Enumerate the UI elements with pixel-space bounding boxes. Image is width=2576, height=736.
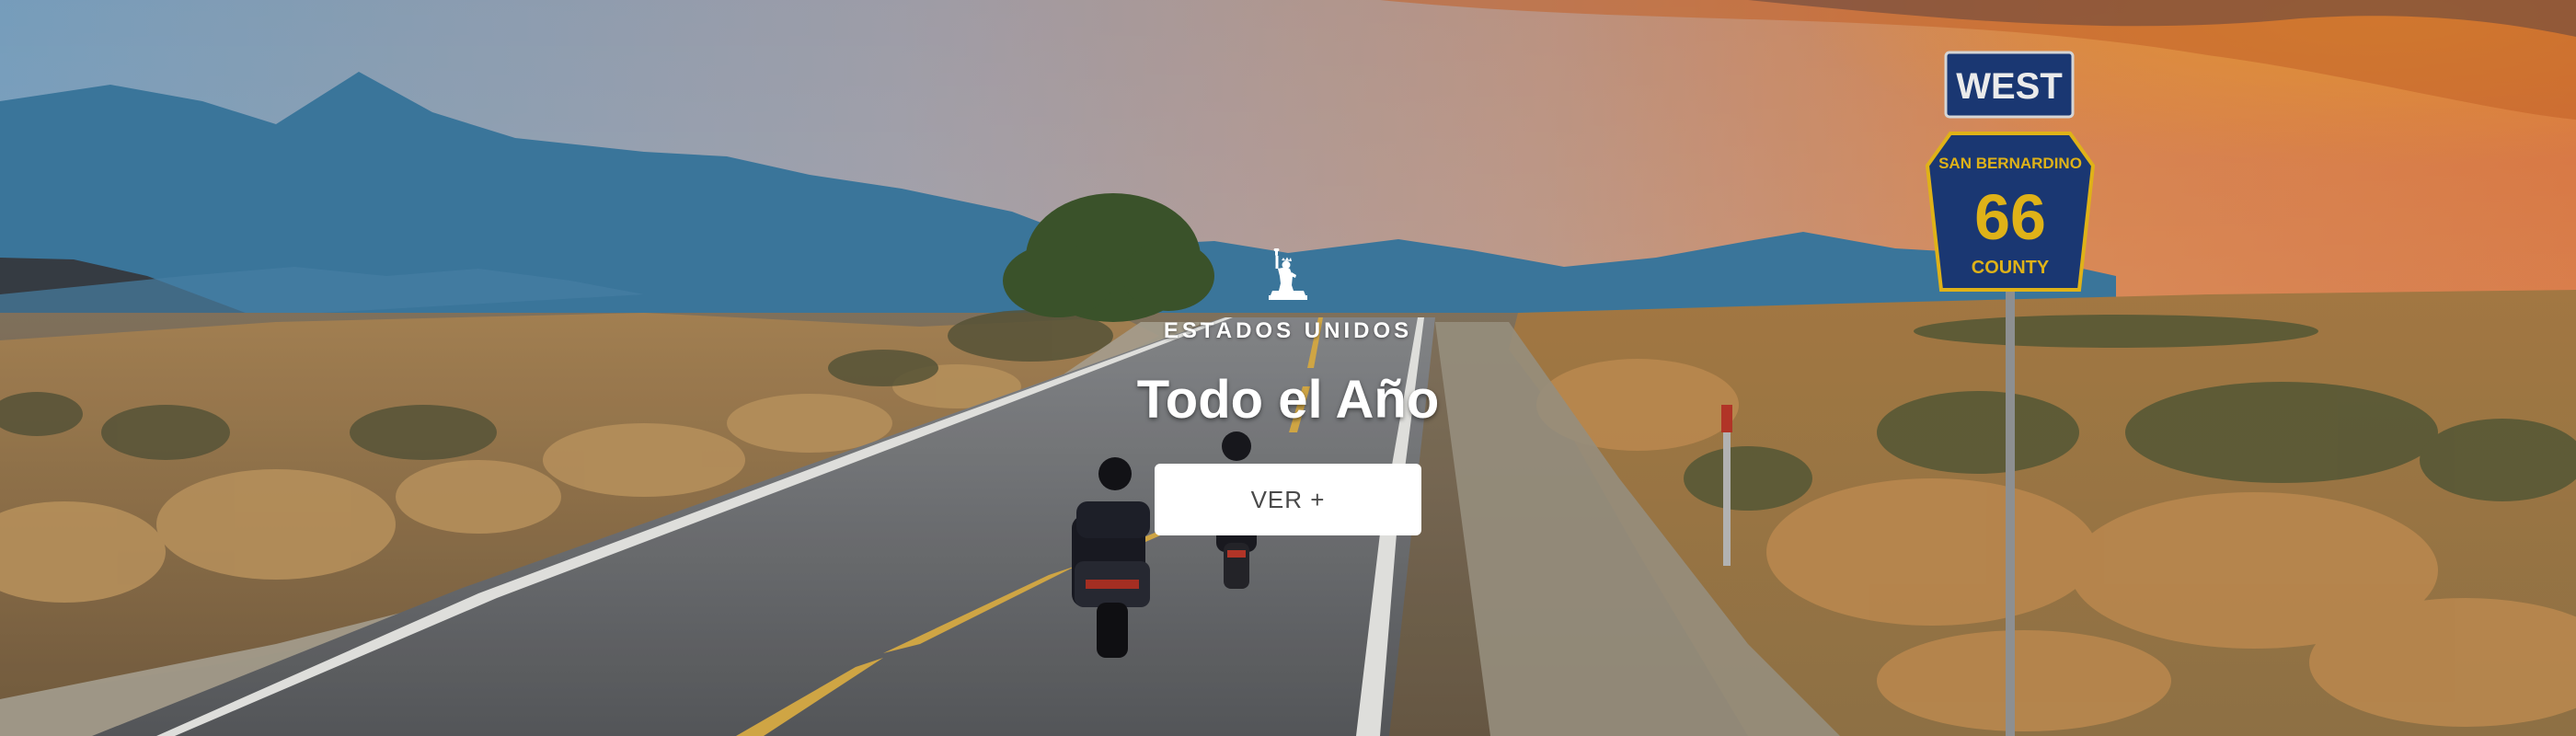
- statue-of-liberty-icon: [1269, 248, 1307, 300]
- hero-banner: WEST SAN BERNARDINO 66 COUNTY ESTADOS UN…: [0, 0, 2576, 736]
- hero-eyebrow: ESTADOS UNIDOS: [1163, 318, 1413, 343]
- hero-title: Todo el Año: [1136, 370, 1440, 430]
- ver-mas-button[interactable]: VER +: [1155, 464, 1421, 535]
- hero-content: ESTADOS UNIDOS Todo el Año VER +: [1104, 248, 1472, 535]
